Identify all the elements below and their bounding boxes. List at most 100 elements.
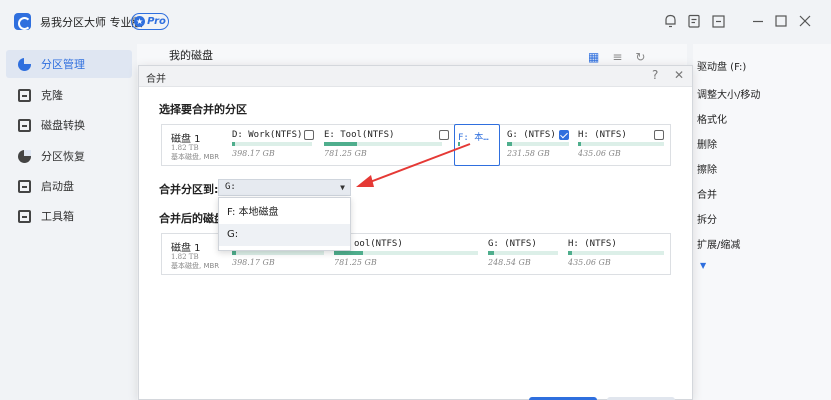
partition-usage-bar (232, 251, 324, 255)
partition-usage-fill (568, 251, 572, 255)
op-extend-shrink[interactable]: 扩展/缩减 (697, 236, 740, 251)
partition-size: 398.17 GB (232, 149, 275, 158)
dialog-close-icon[interactable]: ✕ (674, 68, 684, 82)
partition-size: 435.06 GB (568, 258, 611, 267)
sidebar-item-toolbox[interactable]: 工具箱 (6, 202, 132, 230)
dropdown-option-f[interactable]: F: 本地磁盘 (219, 202, 350, 224)
partition-name: G: (NTFS) (507, 130, 556, 140)
minimize-icon[interactable] (749, 12, 767, 30)
partition-name: D: Work(NTFS) (232, 130, 303, 140)
disk-name: 磁盘 1 (171, 243, 201, 254)
partition-usage-fill (334, 251, 363, 255)
disk-type: 基本磁盘, MBR (171, 153, 220, 161)
op-wipe[interactable]: 擦除 (697, 161, 717, 176)
partition-usage-bar (507, 142, 569, 146)
list-view-icon[interactable]: ≡ (612, 50, 622, 64)
disk-size: 1.82 TB (171, 144, 199, 152)
sidebar-item-label: 分区恢复 (41, 150, 85, 163)
partition-usage-fill (488, 251, 494, 255)
partition-size: 781.25 GB (324, 149, 367, 158)
partition-d-checkbox[interactable] (304, 130, 314, 140)
chevron-down-icon: ▼ (340, 183, 345, 192)
partition-usage-bar (458, 142, 460, 146)
partition-usage-fill (578, 142, 582, 146)
partition-g-checkbox[interactable] (559, 130, 569, 140)
merge-to-select[interactable]: G: ▼ (218, 179, 351, 196)
partition-e[interactable]: E: Tool(NTFS) 781.25 GB (324, 125, 444, 165)
partition-recovery-icon (18, 149, 31, 163)
grid-view-icon[interactable]: ▦ (588, 50, 599, 64)
partition-usage-bar (488, 251, 558, 255)
dropdown-option-g[interactable]: G: (219, 224, 350, 246)
star-icon: ★ (134, 16, 146, 27)
partition-h-checkbox[interactable] (654, 130, 664, 140)
sidebar-item-label: 分区管理 (41, 58, 85, 71)
partition-e-checkbox[interactable] (439, 130, 449, 140)
dialog-header: 合并 ? ✕ (139, 66, 692, 87)
sidebar-item-partition-manager[interactable]: 分区管理 (6, 50, 132, 78)
sidebar-item-label: 启动盘 (41, 180, 74, 193)
merge-to-value: G: (225, 182, 236, 192)
partition-usage-fill (324, 142, 358, 146)
partition-usage-fill (232, 251, 236, 255)
partition-size: 398.17 GB (232, 258, 275, 267)
toolbox-icon (18, 209, 31, 223)
sidebar-item-boot-disk[interactable]: 启动盘 (6, 172, 132, 200)
partition-size: 231.58 GB (507, 149, 550, 158)
partition-name: H: (NTFS) (568, 239, 617, 249)
pie-chart-icon (18, 57, 31, 71)
partition-h[interactable]: H: (NTFS) 435.06 GB (578, 125, 664, 165)
partition-usage-bar (334, 251, 478, 255)
partition-usage-bar (232, 142, 312, 146)
page-title: 我的磁盘 (169, 49, 213, 62)
clipboard-icon[interactable] (685, 12, 703, 30)
partition-name: ool(NTFS) (354, 239, 403, 249)
partition-usage-bar (578, 142, 664, 146)
sidebar-item-partition-recovery[interactable]: 分区恢复 (6, 142, 132, 170)
partition-usage-fill (507, 142, 512, 146)
op-format[interactable]: 格式化 (697, 111, 727, 126)
op-resize-move[interactable]: 调整大小/移动 (697, 86, 760, 101)
partition-usage-bar (324, 142, 442, 146)
dialog-icon[interactable] (709, 12, 727, 30)
merge-to-dropdown: F: 本地磁盘 G: (218, 197, 351, 251)
partition-size: 435.06 GB (578, 149, 621, 158)
op-drive-label: 驱动盘 (F:) (697, 62, 747, 73)
sidebar: 分区管理 克隆 磁盘转换 分区恢复 启动盘 工具箱 (6, 50, 132, 400)
disk-size: 1.82 TB (171, 253, 199, 261)
pro-badge[interactable]: ★ Pro (131, 13, 169, 30)
partition-name: H: (NTFS) (578, 130, 627, 140)
close-icon[interactable] (796, 12, 814, 30)
source-disk-row: 磁盘 1 1.82 TB 基本磁盘, MBR D: Work(NTFS) 398… (161, 124, 671, 166)
maximize-icon[interactable] (772, 12, 790, 30)
sidebar-item-clone[interactable]: 克隆 (6, 81, 132, 109)
op-split[interactable]: 拆分 (697, 211, 717, 226)
help-icon[interactable]: ? (652, 68, 658, 82)
partition-name: F: 本… (458, 133, 489, 143)
sidebar-item-label: 磁盘转换 (41, 119, 85, 132)
partition-name: G: (NTFS) (488, 239, 537, 249)
view-toggle: ▦ ≡ ↻ (588, 50, 645, 64)
disk-convert-icon (18, 118, 31, 132)
op-merge[interactable]: 合并 (697, 186, 717, 201)
select-partitions-title: 选择要合并的分区 (159, 103, 247, 116)
disk-name: 磁盘 1 (171, 134, 201, 145)
title-bar: 易我分区大师 专业版 ★ Pro (0, 0, 831, 44)
sidebar-item-label: 克隆 (41, 89, 63, 102)
partition-f[interactable]: F: 本… (454, 124, 500, 166)
partition-usage-bar (568, 251, 664, 255)
sidebar-item-disk-convert[interactable]: 磁盘转换 (6, 111, 132, 139)
merge-to-label: 合并分区到: (159, 183, 219, 196)
expand-more-icon[interactable]: ▼ (700, 261, 706, 270)
pro-badge-label: Pro (147, 16, 166, 27)
result-partition-g: G: (NTFS) 248.54 GB (488, 234, 558, 274)
refresh-icon[interactable]: ↻ (635, 50, 645, 64)
app-logo-icon (14, 13, 31, 30)
bell-icon[interactable] (661, 12, 679, 30)
op-delete[interactable]: 删除 (697, 136, 717, 151)
partition-size: 248.54 GB (488, 258, 531, 267)
partition-d[interactable]: D: Work(NTFS) 398.17 GB (232, 125, 314, 165)
partition-size: 781.25 GB (334, 258, 377, 267)
boot-disk-icon (18, 179, 31, 193)
merge-dialog: 合并 ? ✕ 选择要合并的分区 磁盘 1 1.82 TB 基本磁盘, MBR D… (138, 65, 693, 400)
